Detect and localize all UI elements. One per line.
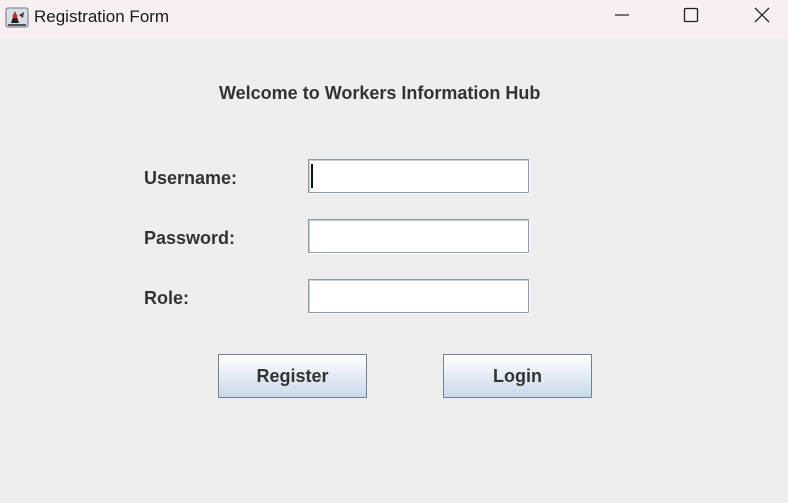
username-label: Username: <box>144 168 238 188</box>
close-button[interactable] <box>734 0 788 34</box>
login-button[interactable]: Login <box>443 354 592 398</box>
username-input[interactable] <box>308 159 529 193</box>
password-input[interactable] <box>308 219 529 253</box>
title-bar: Registration Form <box>0 0 788 38</box>
minimize-icon <box>614 7 630 28</box>
role-label: Role: <box>144 288 189 308</box>
maximize-icon <box>683 7 699 28</box>
text-caret <box>311 164 313 188</box>
form-panel: Welcome to Workers Information Hub Usern… <box>0 38 788 503</box>
window-title: Registration Form <box>34 7 170 26</box>
java-duke-icon <box>5 5 30 29</box>
role-input[interactable] <box>308 279 529 313</box>
registration-window: Registration Form Welcome to Workers Inf… <box>0 0 788 503</box>
password-label: Password: <box>144 228 236 248</box>
minimize-button[interactable] <box>594 0 650 34</box>
page-heading: Welcome to Workers Information Hub <box>219 83 541 103</box>
close-icon <box>753 6 771 29</box>
register-button[interactable]: Register <box>218 354 367 398</box>
maximize-button[interactable] <box>663 0 719 34</box>
